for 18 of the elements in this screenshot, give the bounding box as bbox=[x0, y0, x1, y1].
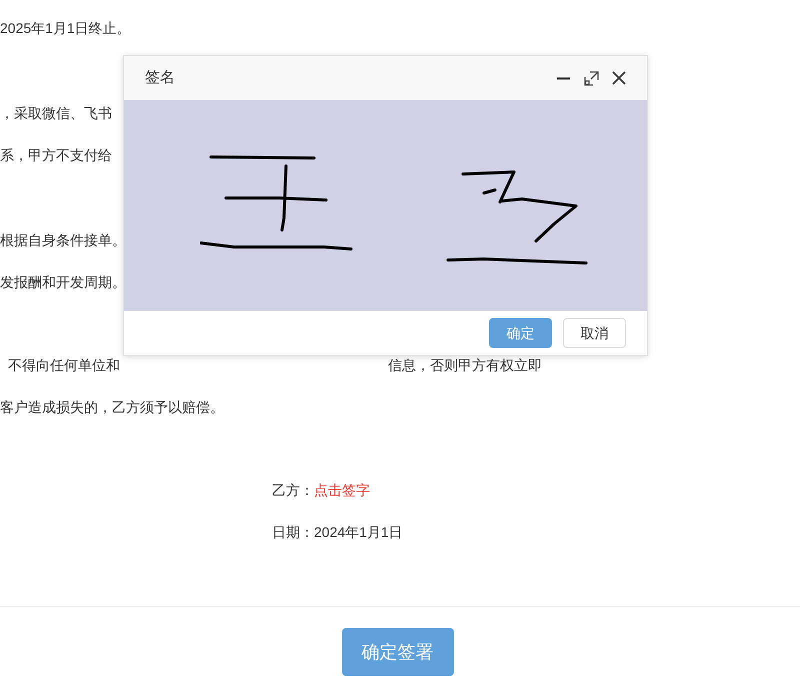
maximize-icon[interactable] bbox=[584, 70, 599, 86]
signature-canvas[interactable] bbox=[124, 100, 647, 311]
contract-text: 系，甲方不支付给 bbox=[0, 146, 112, 164]
contract-text: 2025年1月1日终止。 bbox=[0, 18, 131, 38]
contract-text: 根据自身条件接单。 bbox=[0, 230, 126, 250]
contract-text: 信息，否则甲方有权立即 bbox=[388, 356, 542, 374]
confirm-button[interactable]: 确定 bbox=[489, 318, 552, 348]
sign-link[interactable]: 点击签字 bbox=[314, 480, 370, 500]
party-label: 乙方： bbox=[272, 480, 314, 500]
contract-text: 不得向任何单位和 bbox=[7, 356, 120, 374]
submit-button[interactable]: 确定签署 bbox=[342, 628, 454, 676]
date-text: 日期：2024年1月1日 bbox=[272, 522, 403, 542]
dialog-title: 签名 bbox=[145, 68, 175, 88]
contract-text: 客户造成损失的，乙方须予以赔偿。 bbox=[0, 398, 224, 416]
contract-text: 发报酬和开发周期。 bbox=[0, 272, 126, 292]
cancel-button[interactable]: 取消 bbox=[563, 318, 626, 348]
close-icon[interactable] bbox=[612, 71, 626, 85]
contract-text: ，采取微信、飞书 bbox=[0, 104, 112, 122]
